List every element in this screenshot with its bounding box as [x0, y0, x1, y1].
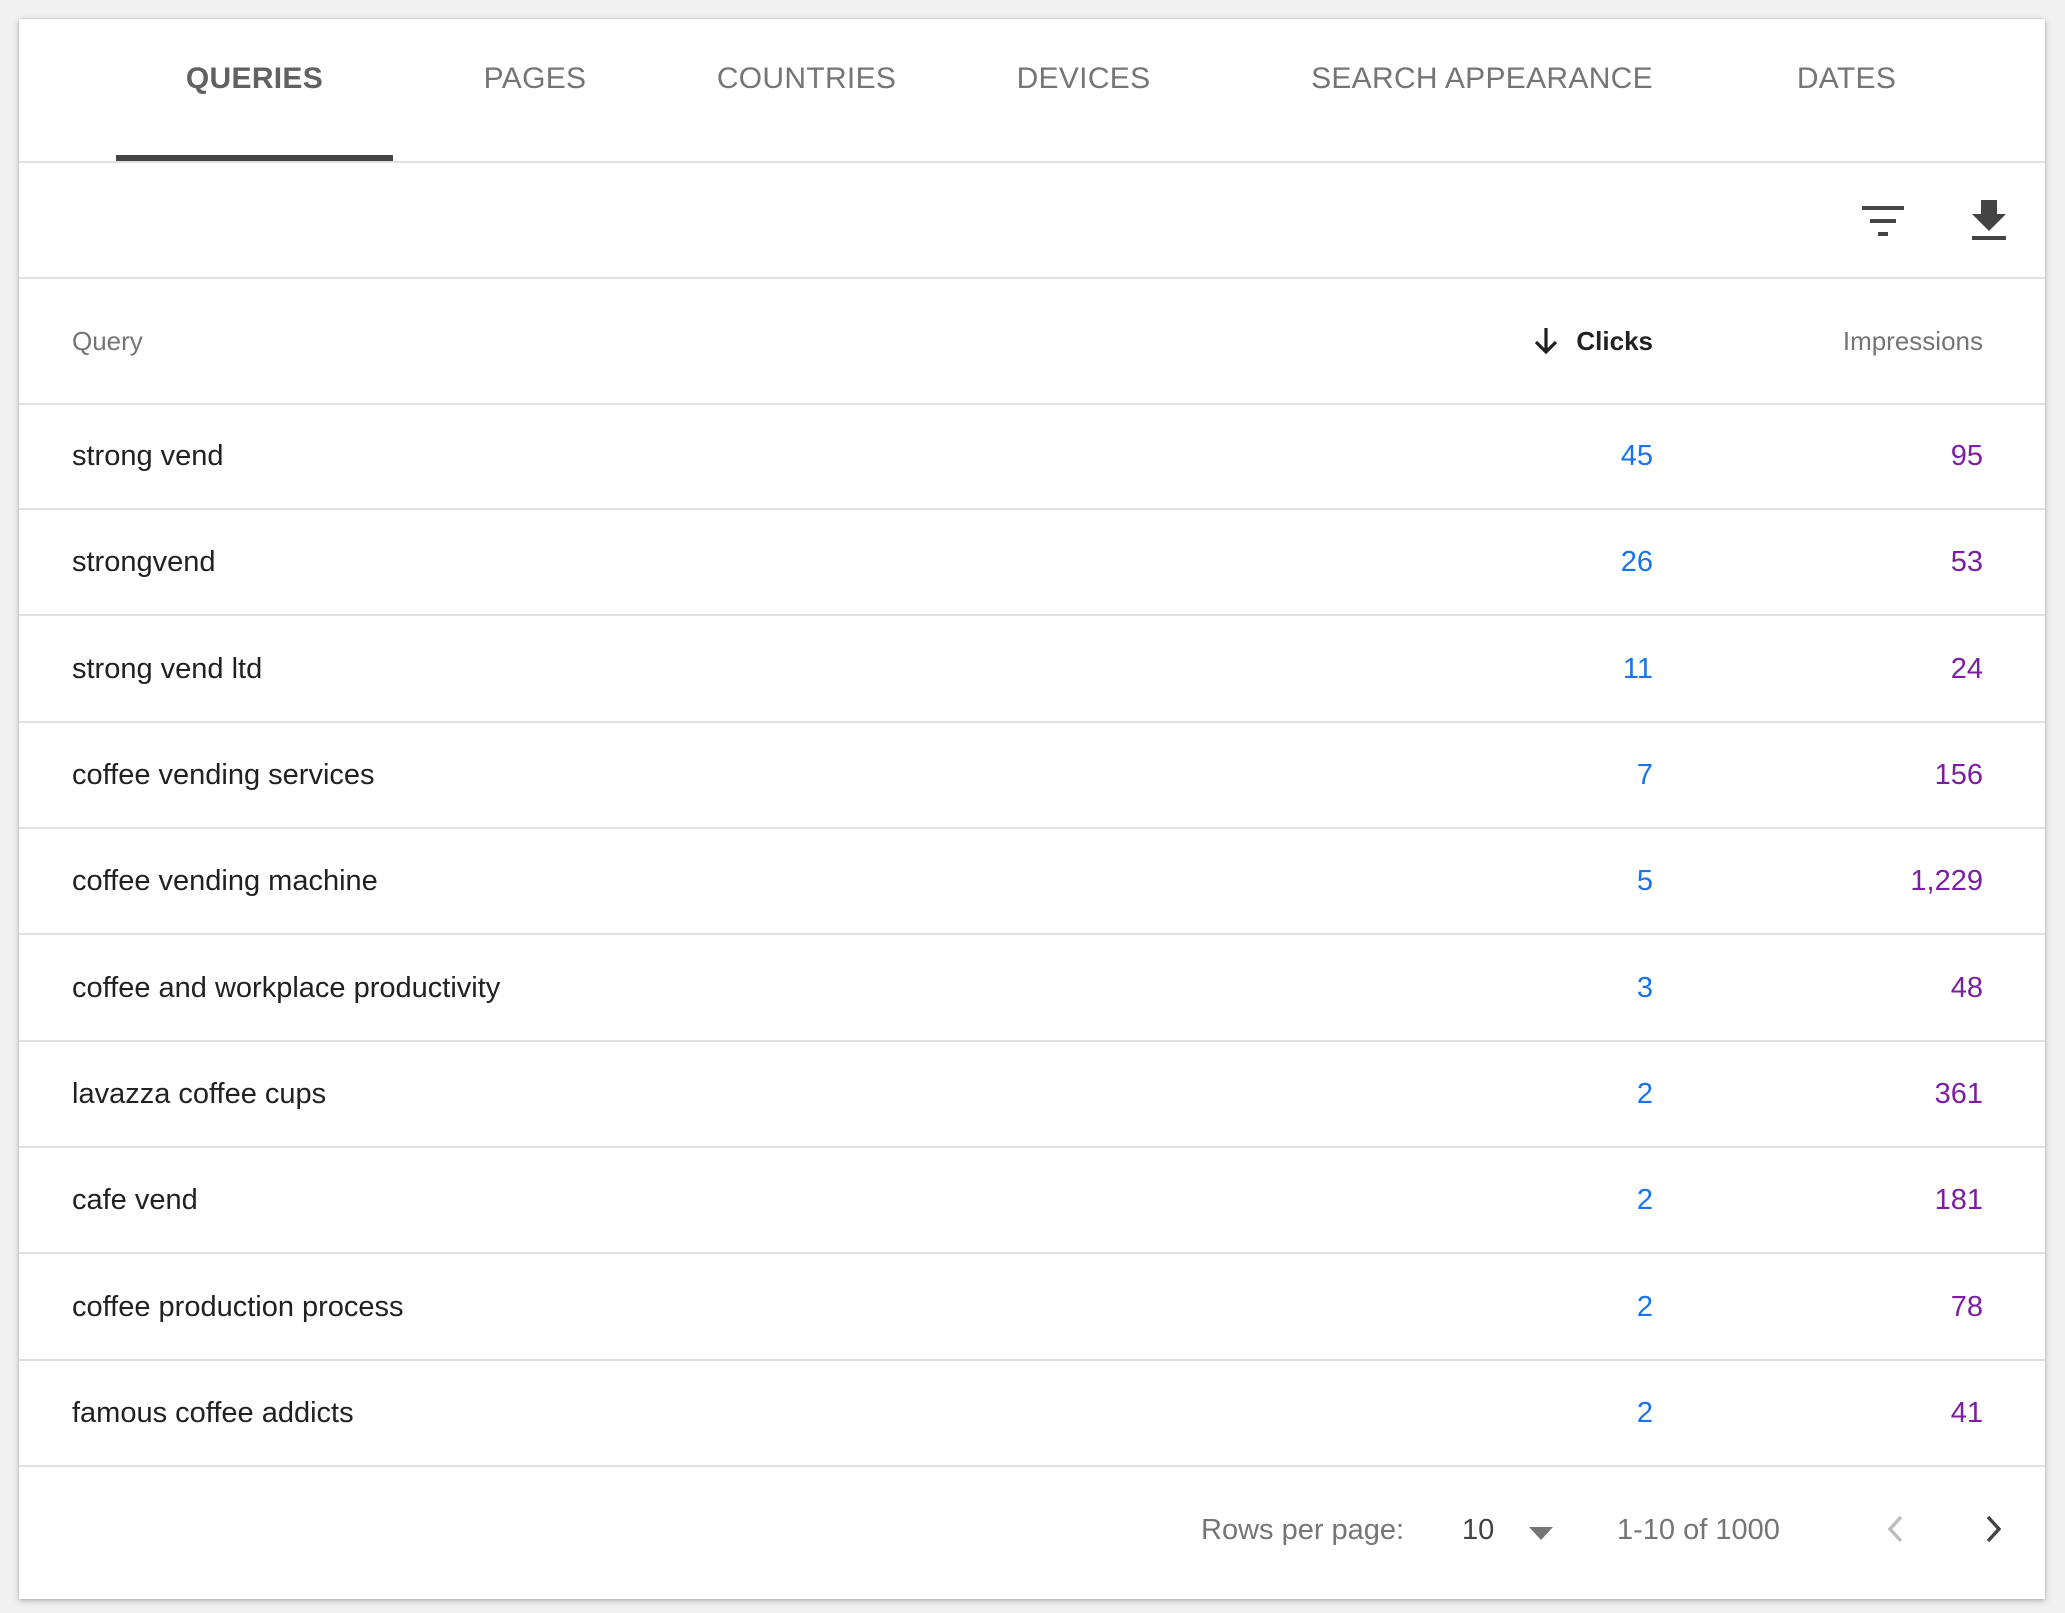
- query-cell: coffee production process: [72, 1291, 404, 1323]
- table-row[interactable]: strongvend 26 53: [19, 511, 2045, 616]
- clicks-cell: 26: [1620, 546, 1653, 578]
- column-header-clicks[interactable]: Clicks: [1532, 279, 1653, 403]
- column-header-query[interactable]: Query: [72, 279, 143, 403]
- table-row[interactable]: strong vend 45 95: [19, 405, 2045, 510]
- clicks-cell: 11: [1622, 653, 1653, 685]
- filter-button[interactable]: [1853, 191, 1913, 251]
- tab-countries[interactable]: COUNTRIES: [679, 19, 934, 161]
- filter-icon: [1862, 206, 1904, 236]
- query-cell: strong vend ltd: [72, 653, 263, 685]
- table-row[interactable]: famous coffee addicts 2 41: [19, 1362, 2045, 1467]
- chevron-right-icon: [1986, 1515, 2002, 1543]
- performance-table-card: QUERIES PAGES COUNTRIES DEVICES SEARCH A…: [19, 19, 2045, 1599]
- table-row[interactable]: coffee and workplace productivity 3 48: [19, 937, 2045, 1042]
- rows-per-page-value: 10: [1462, 1513, 1495, 1546]
- table-row[interactable]: coffee vending services 7 156: [19, 724, 2045, 829]
- clicks-cell: 3: [1636, 972, 1653, 1004]
- tab-search-appearance[interactable]: SEARCH APPEARANCE: [1289, 19, 1675, 161]
- dimension-tabs: QUERIES PAGES COUNTRIES DEVICES SEARCH A…: [19, 19, 2045, 163]
- query-cell: strongvend: [72, 546, 216, 578]
- rows-per-page-label: Rows per page:: [1201, 1513, 1405, 1546]
- active-tab-indicator: [116, 155, 393, 161]
- table-row[interactable]: coffee vending machine 5 1,229: [19, 830, 2045, 935]
- tab-queries[interactable]: QUERIES: [116, 19, 393, 161]
- query-cell: famous coffee addicts: [72, 1397, 354, 1429]
- impressions-cell: 48: [1950, 972, 1983, 1004]
- next-page-button[interactable]: [1966, 1501, 2022, 1557]
- clicks-cell: 2: [1636, 1291, 1653, 1323]
- impressions-cell: 361: [1934, 1078, 1983, 1110]
- download-icon: [1972, 200, 2006, 240]
- impressions-cell: 95: [1950, 440, 1983, 472]
- table-row[interactable]: cafe vend 2 181: [19, 1149, 2045, 1254]
- impressions-cell: 24: [1950, 653, 1983, 685]
- query-cell: lavazza coffee cups: [72, 1078, 327, 1110]
- tab-pages[interactable]: PAGES: [437, 19, 633, 161]
- query-cell: cafe vend: [72, 1184, 198, 1216]
- impressions-cell: 53: [1950, 546, 1983, 578]
- query-cell: coffee vending machine: [72, 865, 378, 897]
- table-row[interactable]: lavazza coffee cups 2 361: [19, 1043, 2045, 1148]
- table-row[interactable]: coffee production process 2 78: [19, 1256, 2045, 1361]
- impressions-cell: 156: [1934, 759, 1983, 791]
- clicks-cell: 2: [1636, 1397, 1653, 1429]
- impressions-cell: 181: [1934, 1184, 1983, 1216]
- clicks-cell: 2: [1636, 1078, 1653, 1110]
- clicks-cell: 7: [1636, 759, 1653, 791]
- impressions-cell: 41: [1950, 1397, 1983, 1429]
- clicks-cell: 5: [1636, 865, 1653, 897]
- arrow-down-icon: [1535, 328, 1558, 355]
- tab-dates[interactable]: DATES: [1759, 19, 1934, 161]
- chevron-left-icon: [1887, 1515, 1903, 1543]
- page-range: 1-10 of 1000: [1617, 1513, 1780, 1546]
- pagination-footer: Rows per page: 10 1-10 of 1000: [19, 1461, 2045, 1599]
- rows-per-page-select[interactable]: 10: [1418, 1493, 1553, 1567]
- impressions-cell: 78: [1950, 1291, 1983, 1323]
- column-header-clicks-label: Clicks: [1576, 325, 1653, 356]
- download-button[interactable]: [1959, 191, 2019, 251]
- clicks-cell: 45: [1620, 440, 1653, 472]
- dropdown-arrow-icon: [1529, 1527, 1553, 1540]
- tab-devices[interactable]: DEVICES: [981, 19, 1186, 161]
- previous-page-button[interactable]: [1867, 1501, 1923, 1557]
- clicks-cell: 2: [1636, 1184, 1653, 1216]
- column-header-impressions[interactable]: Impressions: [1843, 279, 1983, 403]
- query-cell: strong vend: [72, 440, 224, 472]
- table-row[interactable]: strong vend ltd 11 24: [19, 618, 2045, 723]
- query-cell: coffee vending services: [72, 759, 375, 791]
- impressions-cell: 1,229: [1910, 865, 1983, 897]
- query-cell: coffee and workplace productivity: [72, 972, 501, 1004]
- table-header: Query Clicks Impressions: [19, 279, 2045, 405]
- table-toolbar: [19, 163, 2045, 279]
